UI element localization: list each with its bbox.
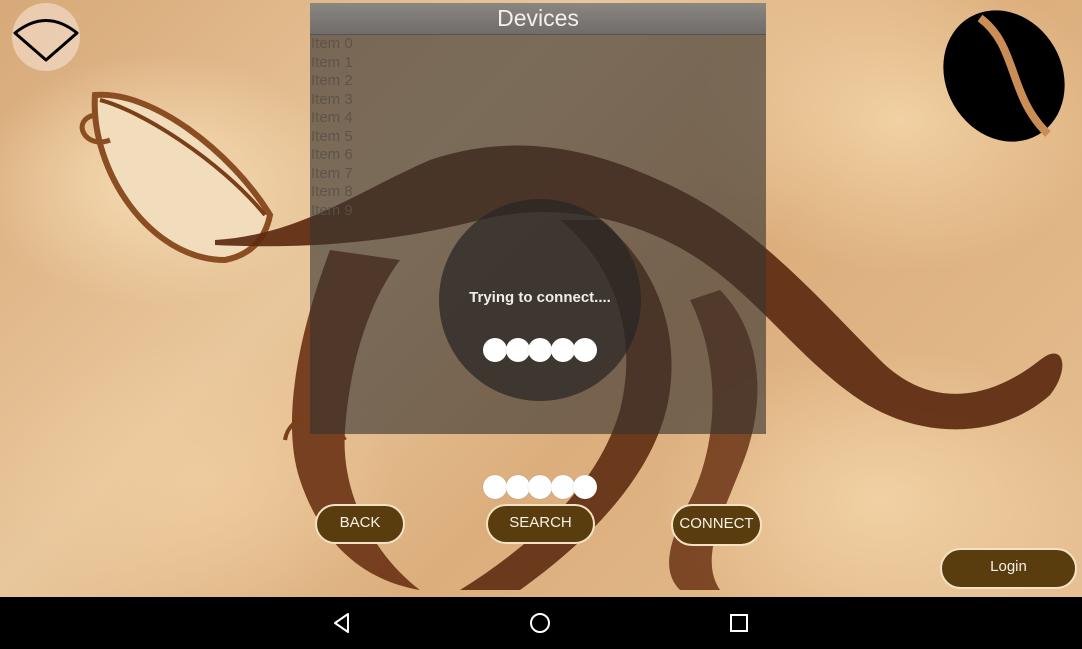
search-button[interactable]: SEARCH xyxy=(486,504,595,544)
loading-dot xyxy=(483,475,507,499)
loading-dot xyxy=(505,475,530,499)
loading-dots xyxy=(483,475,597,499)
list-item[interactable]: Item 6 xyxy=(310,146,353,165)
list-item[interactable]: Item 9 xyxy=(310,202,353,221)
dialog-title: Devices xyxy=(310,3,766,35)
back-button[interactable]: BACK xyxy=(315,504,405,544)
loading-dot xyxy=(573,475,597,499)
wifi-button[interactable] xyxy=(12,3,80,71)
device-list[interactable]: Item 0 Item 1 Item 2 Item 3 Item 4 Item … xyxy=(310,35,353,220)
coffee-bean-icon xyxy=(943,10,1065,142)
connect-button[interactable]: CONNECT xyxy=(671,504,762,546)
list-item[interactable]: Item 2 xyxy=(310,72,353,91)
list-item[interactable]: Item 5 xyxy=(310,128,353,147)
spinner-dot xyxy=(483,338,507,362)
loading-dot xyxy=(528,475,552,499)
spinner-dot xyxy=(505,338,530,362)
spinner-dot xyxy=(528,338,552,362)
list-item[interactable]: Item 0 xyxy=(310,35,353,54)
system-navigation-bar xyxy=(0,597,1082,649)
nav-back-icon[interactable] xyxy=(330,611,354,635)
spinner-message: Trying to connect.... xyxy=(469,289,611,306)
wifi-icon xyxy=(13,19,79,62)
connecting-spinner: Trying to connect.... xyxy=(439,199,641,401)
nav-home-icon[interactable] xyxy=(528,611,552,635)
list-item[interactable]: Item 7 xyxy=(310,165,353,184)
spinner-dot xyxy=(573,338,597,362)
list-item[interactable]: Item 3 xyxy=(310,91,353,110)
login-button[interactable]: Login xyxy=(940,548,1077,589)
list-item[interactable]: Item 1 xyxy=(310,54,353,73)
list-item[interactable]: Item 8 xyxy=(310,183,353,202)
list-item[interactable]: Item 4 xyxy=(310,109,353,128)
nav-recents-icon[interactable] xyxy=(727,611,751,635)
loading-dot xyxy=(550,475,575,499)
spinner-dots xyxy=(483,338,597,362)
spinner-dot xyxy=(550,338,575,362)
